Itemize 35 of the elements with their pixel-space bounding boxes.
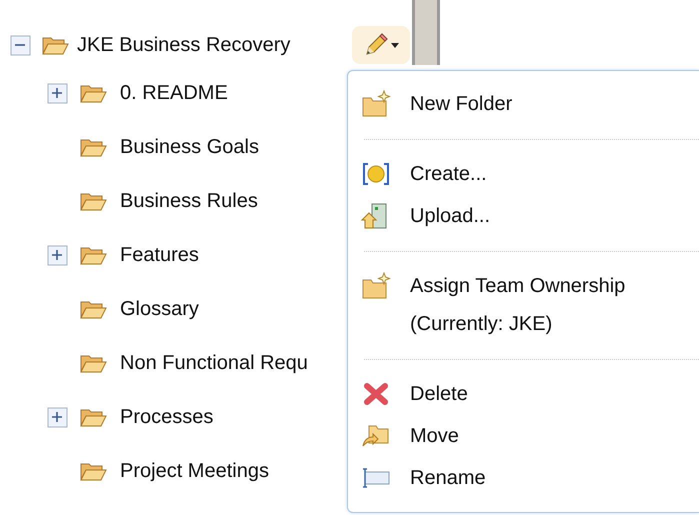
folder-icon bbox=[80, 191, 107, 211]
menu-item[interactable]: Create... bbox=[348, 153, 699, 195]
folder-star-icon bbox=[361, 272, 391, 300]
folder-icon bbox=[80, 407, 107, 427]
new-folder-icon bbox=[361, 90, 391, 118]
folder-icon bbox=[80, 461, 107, 481]
edit-dropdown-button[interactable] bbox=[352, 26, 410, 64]
collapse-icon[interactable] bbox=[10, 34, 31, 56]
tree-item[interactable]: Business Rules bbox=[120, 186, 258, 216]
caret-icon bbox=[391, 42, 399, 48]
expand-icon[interactable] bbox=[47, 406, 68, 428]
expand-icon[interactable] bbox=[47, 244, 68, 266]
folder-icon bbox=[80, 299, 107, 319]
expand-icon[interactable] bbox=[47, 82, 68, 104]
tree-item[interactable]: 0. README bbox=[120, 78, 228, 108]
menu-item[interactable]: Rename bbox=[348, 457, 699, 499]
menu-item[interactable]: Assign Team Ownership (Currently: JKE) bbox=[348, 265, 699, 345]
menu-item[interactable]: Upload... bbox=[348, 195, 699, 237]
folder-icon bbox=[80, 137, 107, 157]
delete-icon bbox=[361, 380, 391, 408]
menu-item[interactable]: Delete bbox=[348, 373, 699, 415]
tree-item[interactable]: Processes bbox=[120, 402, 214, 432]
tree-item[interactable]: Project Meetings bbox=[120, 456, 269, 486]
folder-icon bbox=[80, 353, 107, 373]
tree-item[interactable]: Glossary bbox=[120, 294, 199, 324]
folder-icon bbox=[80, 245, 107, 265]
tree-item[interactable]: Features bbox=[120, 240, 199, 270]
tree-item[interactable]: JKE Business Recovery bbox=[77, 30, 290, 60]
tree-item[interactable]: Non Functional Requ bbox=[120, 348, 308, 378]
menu-item[interactable]: Move bbox=[348, 415, 699, 457]
create-icon bbox=[361, 160, 391, 188]
folder-icon bbox=[80, 83, 107, 103]
menu-item[interactable]: New Folder bbox=[348, 83, 699, 125]
tree-item[interactable]: Business Goals bbox=[120, 132, 259, 162]
folder-icon bbox=[42, 35, 69, 55]
